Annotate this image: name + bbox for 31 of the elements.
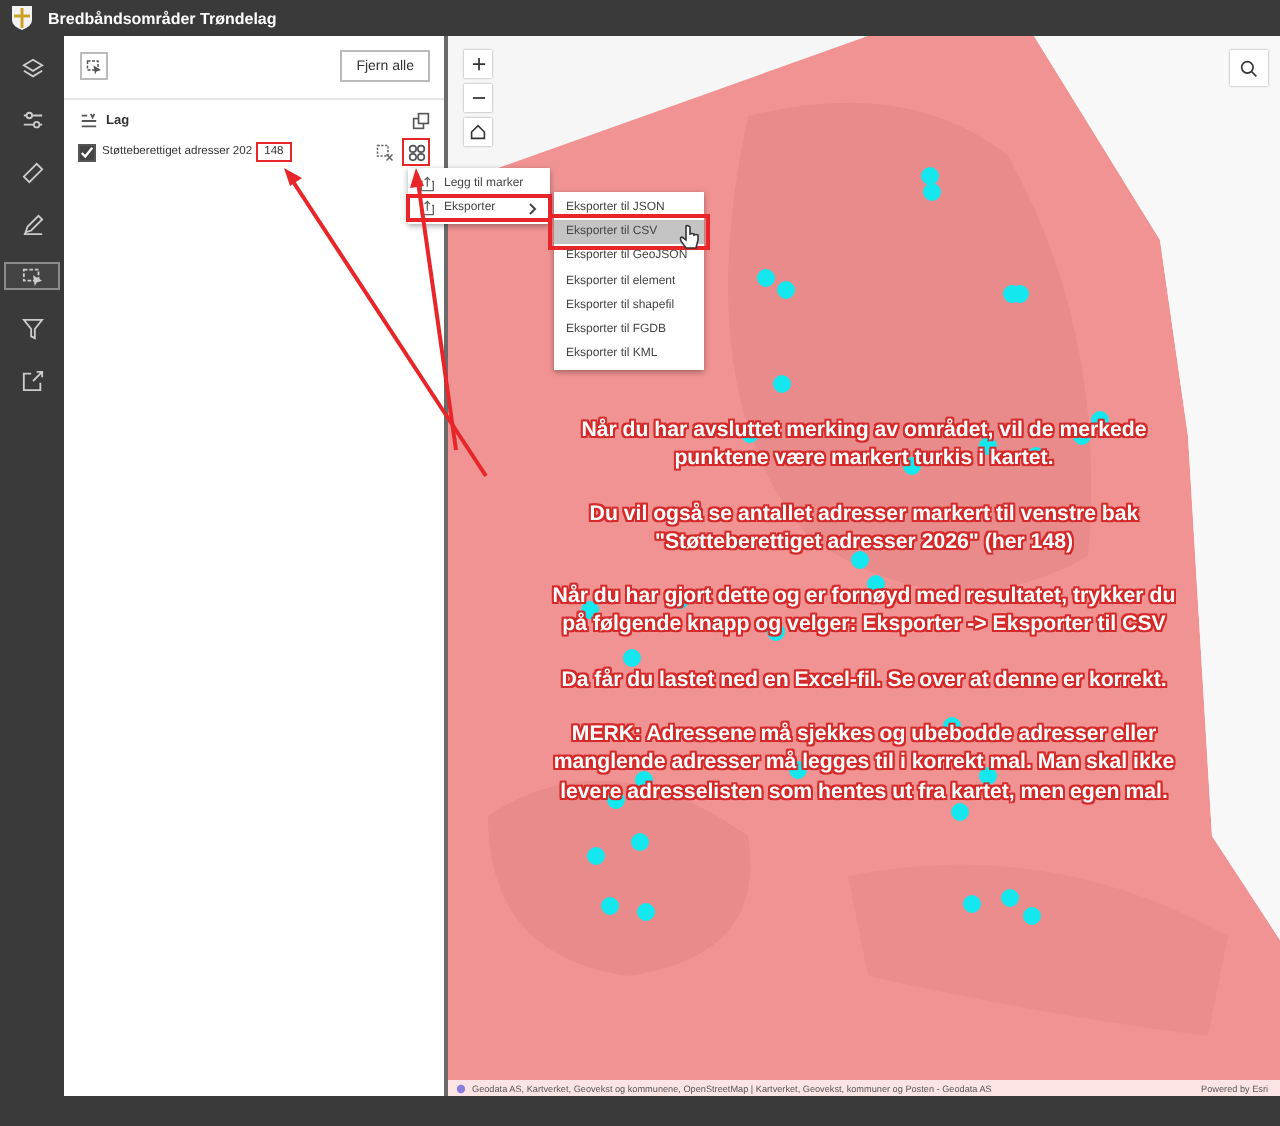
coat-of-arms-icon — [10, 4, 34, 32]
search-button[interactable] — [1230, 50, 1268, 86]
sliders-icon — [21, 109, 43, 131]
select-icon — [21, 265, 43, 287]
zoom-in-button[interactable] — [464, 50, 492, 78]
instruction-text: Du vil også se antallet adresser markert til venstre bak "Støtteberettiget adresser 2026" (her 148) — [589, 499, 1139, 557]
layers-icon — [21, 57, 43, 79]
home-button[interactable] — [464, 118, 492, 146]
grid-icon — [407, 143, 425, 161]
pencil-icon — [21, 213, 43, 235]
home-icon — [470, 124, 486, 140]
copy-icon[interactable] — [412, 112, 430, 130]
share-icon — [21, 369, 43, 391]
export-icon — [420, 200, 436, 217]
app-title: Bredbåndsområder Trøndelag — [48, 9, 277, 27]
list-icon — [80, 112, 98, 130]
instruction-text: MERK: Adressene må sjekkes og ubebodde adresser eller manglende adresser må legges til i korrekt mal. Man skal ikke levere adresselisten som hentes ut fra kartet, men egen mal. — [553, 720, 1175, 806]
instruction-text: Da får du lastet ned en Excel-fil. Se over at denne er korrekt. — [561, 665, 1167, 695]
layer-checkbox[interactable] — [78, 143, 96, 161]
chevron-icon — [528, 201, 538, 216]
clear-selection-icon[interactable] — [376, 143, 394, 161]
zoom-out-button[interactable] — [464, 84, 492, 112]
ruler-icon — [21, 161, 43, 183]
select-icon — [85, 57, 103, 75]
filter-icon — [21, 317, 43, 339]
toolbar-button[interactable] — [4, 262, 60, 290]
layer-actions-button[interactable] — [402, 138, 430, 166]
search-icon — [1240, 59, 1258, 77]
select-tool-button[interactable] — [80, 52, 108, 80]
plus-icon — [471, 56, 485, 72]
info-icon[interactable] — [456, 1083, 466, 1093]
